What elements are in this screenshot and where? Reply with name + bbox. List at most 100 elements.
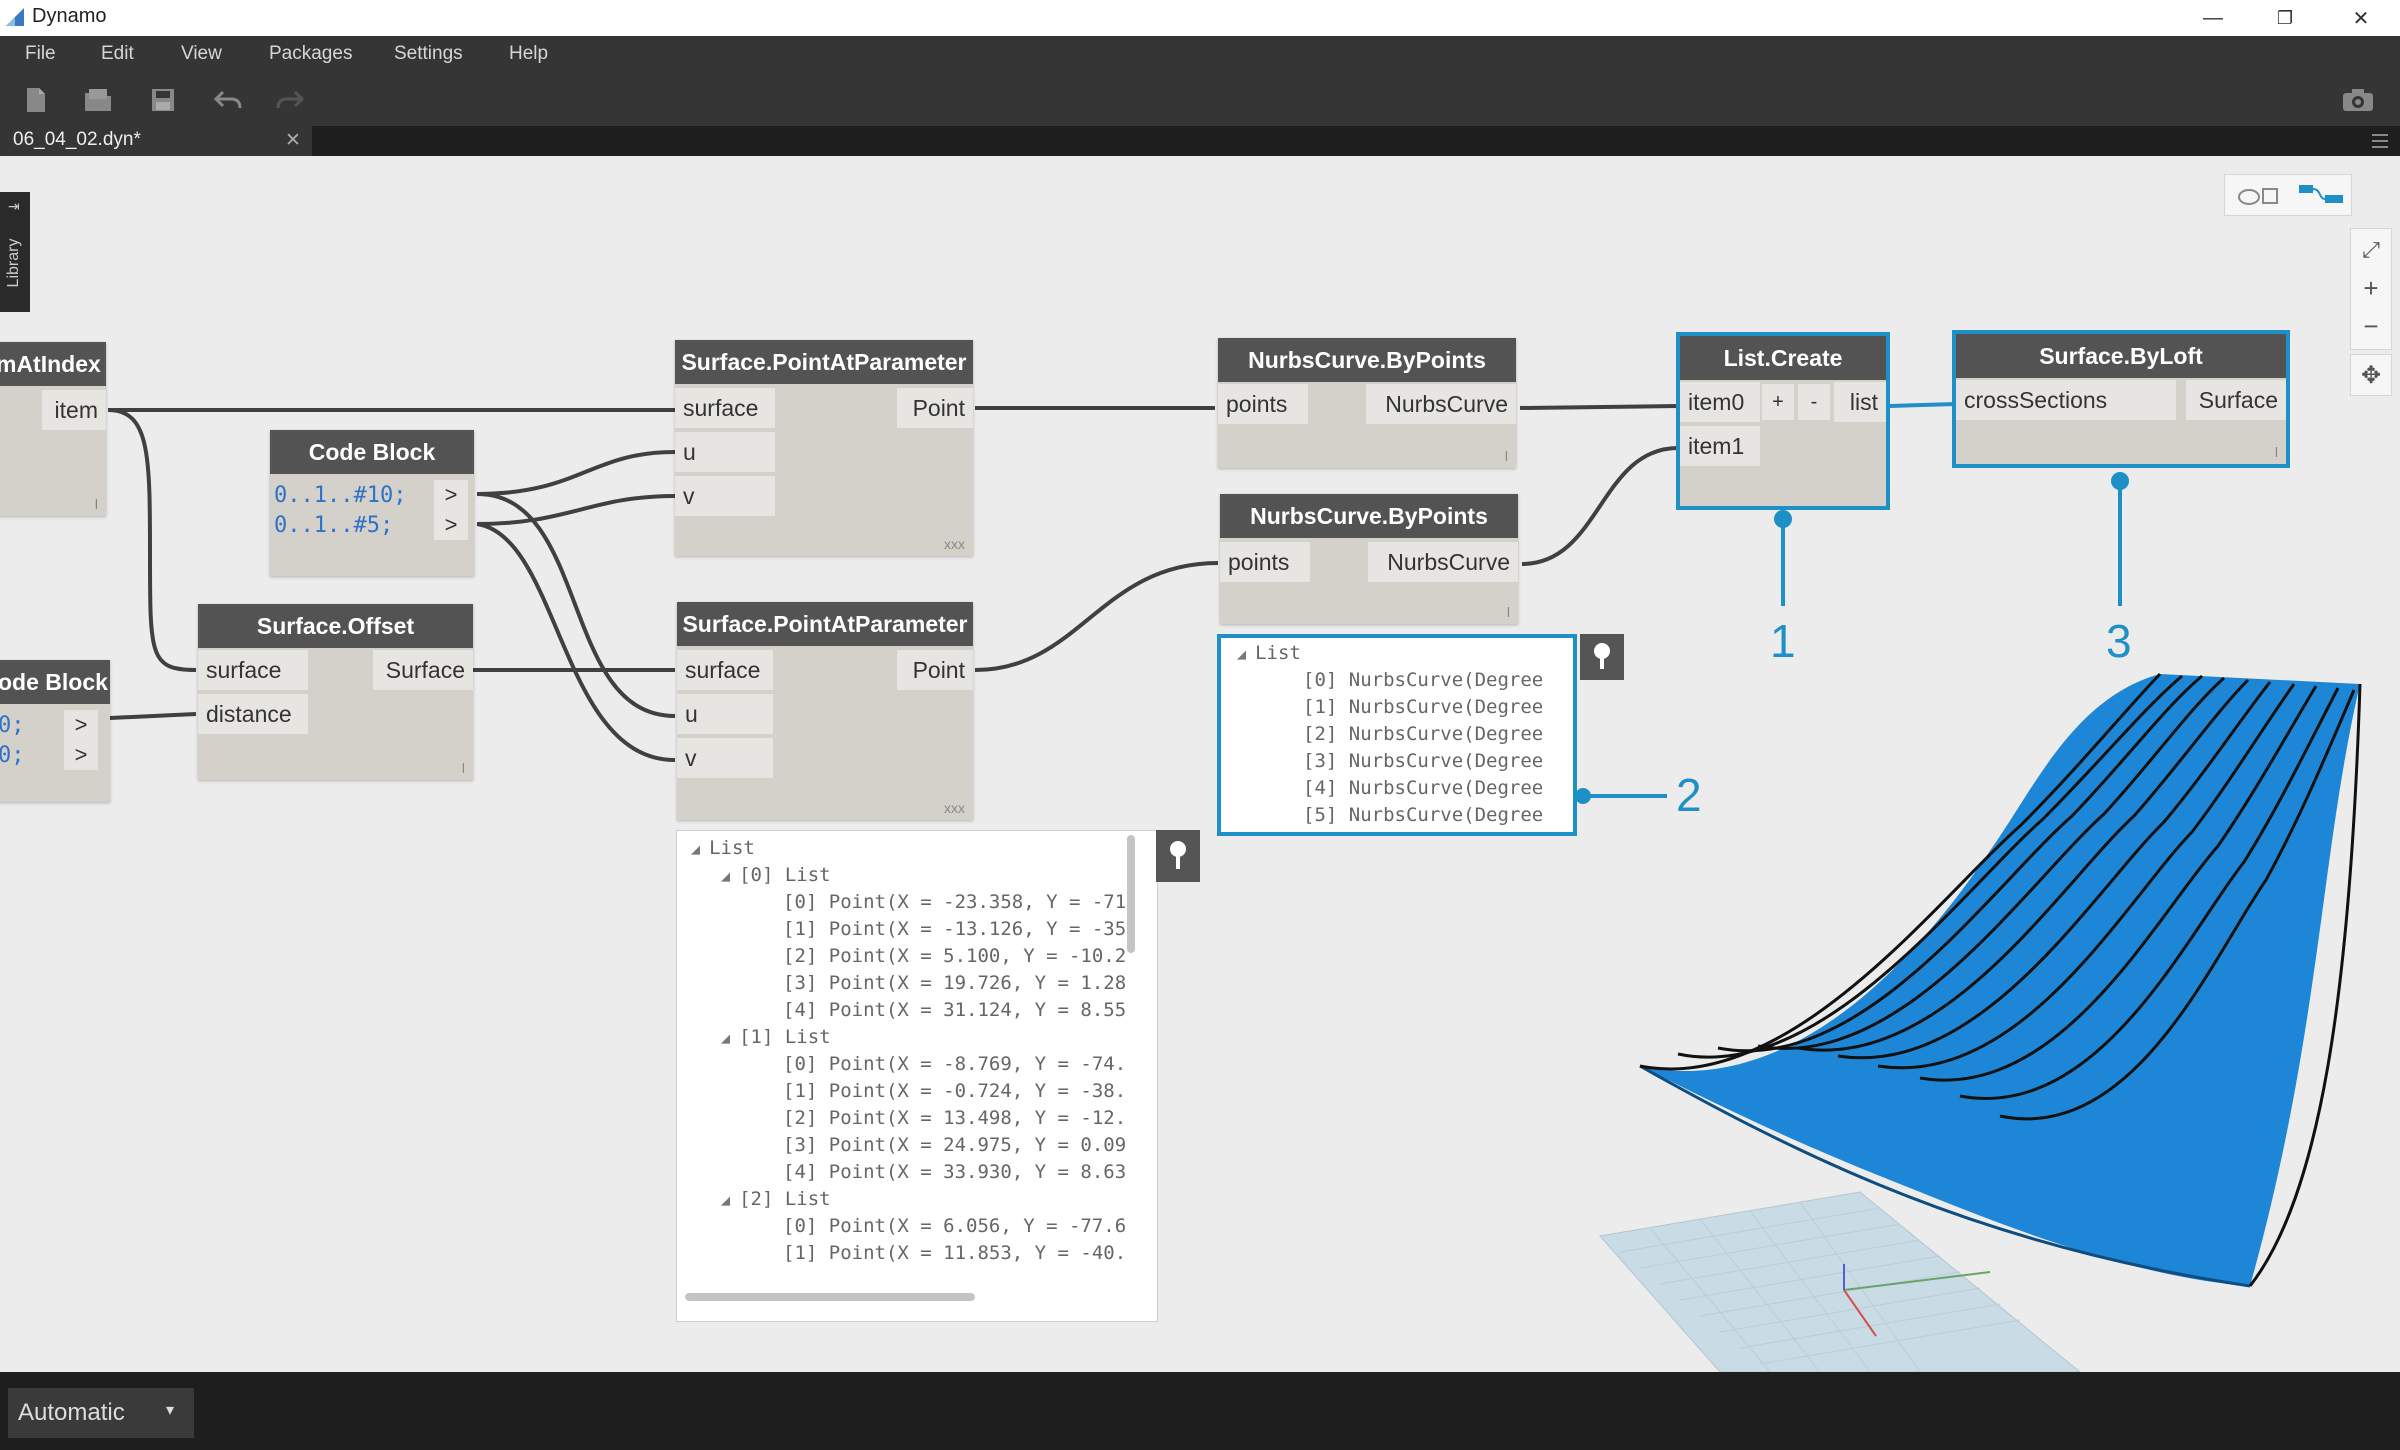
node-nurbscurve-bypoints[interactable]: NurbsCurve.ByPoints points NurbsCurve l (1218, 338, 1516, 468)
output-port[interactable]: > (64, 710, 98, 740)
tab-bar: 06_04_02.dyn* ✕ (0, 126, 2400, 156)
horizontal-scrollbar[interactable] (685, 1293, 975, 1301)
input-port-item0[interactable]: item0 (1680, 382, 1760, 422)
input-port-item1[interactable]: item1 (1680, 426, 1760, 466)
input-port-surface[interactable]: surface (677, 650, 773, 690)
node-nurbscurve-bypoints[interactable]: NurbsCurve.ByPoints points NurbsCurve l (1220, 494, 1518, 624)
collapse-triangle-icon[interactable]: ◢ (721, 867, 739, 885)
input-port-distance[interactable]: distance (198, 694, 308, 734)
wire (107, 408, 197, 672)
wire (476, 450, 676, 496)
output-port-item[interactable]: item (42, 390, 106, 430)
node-code-block[interactable]: ode Block 0; 0; > > (0, 660, 110, 802)
node-footer: l (461, 760, 465, 776)
open-folder-icon[interactable] (80, 82, 116, 118)
output-port-point[interactable]: Point (897, 650, 973, 690)
node-code-block[interactable]: Code Block 0..1..#10; 0..1..#5; > > (270, 430, 474, 576)
output-port-list[interactable]: list (1834, 382, 1886, 422)
graph-canvas[interactable]: ⇥ Library mAtIndex item l Code Block 0..… (0, 156, 2400, 1372)
library-tab[interactable]: ⇥ Library (0, 192, 30, 312)
input-port-surface[interactable]: surface (198, 650, 308, 690)
preview-bubble-curves[interactable]: ◢ List [0] NurbsCurve(Degree [1] NurbsCu… (1217, 634, 1577, 836)
pin-icon[interactable] (1156, 830, 1200, 882)
geometry-view-icon[interactable] (2235, 183, 2285, 207)
node-list-create[interactable]: List.Create item0 item1 + - list (1676, 332, 1890, 510)
output-port-point[interactable]: Point (897, 388, 973, 428)
code-line[interactable]: 0; (0, 740, 25, 770)
minimize-button[interactable]: — (2178, 0, 2248, 36)
pan-control: ✥ (2350, 354, 2392, 396)
node-surface-point-at-parameter[interactable]: Surface.PointAtParameter surface u v Poi… (675, 340, 973, 556)
code-line[interactable]: 0..1..#10; (274, 480, 406, 510)
input-port-surface[interactable]: surface (675, 388, 775, 428)
menu-view[interactable]: View (181, 43, 222, 65)
new-file-icon[interactable] (18, 82, 54, 118)
tree-node[interactable]: ◢ List (1237, 640, 1301, 667)
input-port-v[interactable]: v (677, 738, 773, 778)
code-line[interactable]: 0; (0, 710, 25, 740)
remove-input-button[interactable]: - (1798, 384, 1830, 420)
collapse-triangle-icon[interactable]: ◢ (691, 840, 709, 858)
zoom-out-button[interactable]: − (2351, 307, 2391, 345)
output-port[interactable]: > (64, 740, 98, 770)
output-port[interactable]: > (434, 510, 468, 540)
tree-node[interactable]: ◢ List (691, 835, 755, 862)
zoom-controls: ⤢ + − (2350, 228, 2392, 350)
close-button[interactable]: ✕ (2326, 0, 2396, 36)
list-item: [0] Point(X = 6.056, Y = -77.6 (783, 1215, 1127, 1237)
output-port-surface[interactable]: Surface (2186, 380, 2286, 420)
collapse-triangle-icon[interactable]: ◢ (721, 1191, 739, 1209)
input-port-u[interactable]: u (675, 432, 775, 472)
input-port-points[interactable]: points (1218, 384, 1308, 424)
tab-close-button[interactable]: ✕ (285, 129, 301, 152)
camera-icon[interactable] (2338, 82, 2378, 118)
menu-settings[interactable]: Settings (394, 43, 463, 65)
tree-node[interactable]: ◢ [1] List (721, 1024, 831, 1051)
vertical-scrollbar[interactable] (1127, 835, 1135, 953)
output-port-surface[interactable]: Surface (373, 650, 473, 690)
menu-packages[interactable]: Packages (269, 43, 352, 65)
restore-button[interactable]: ❐ (2250, 0, 2320, 36)
list-item: [0] NurbsCurve(Degree (1303, 669, 1544, 691)
node-title: Surface.Offset (198, 604, 473, 648)
wire (476, 492, 676, 718)
input-port-crosssections[interactable]: crossSections (1956, 380, 2176, 420)
wire (109, 712, 197, 720)
output-port-nurbscurve[interactable]: NurbsCurve (1366, 384, 1516, 424)
code-line[interactable]: 0..1..#5; (274, 510, 393, 540)
output-port-nurbscurve[interactable]: NurbsCurve (1368, 542, 1518, 582)
node-get-item-at-index[interactable]: mAtIndex item l (0, 342, 106, 516)
input-port-points[interactable]: points (1220, 542, 1310, 582)
node-surface-offset[interactable]: Surface.Offset surface distance Surface … (198, 604, 473, 780)
collapse-triangle-icon[interactable]: ◢ (1237, 645, 1255, 663)
undo-icon[interactable] (210, 82, 246, 118)
node-footer: l (94, 496, 98, 512)
preview-bubble-points[interactable]: ◢ List ◢ [0] List [0] Point(X = -23.358,… (676, 830, 1158, 1322)
node-surface-byloft[interactable]: Surface.ByLoft crossSections Surface l (1952, 330, 2290, 468)
zoom-fit-button[interactable]: ⤢ (2351, 231, 2391, 269)
wire (476, 522, 676, 762)
graph-view-icon[interactable] (2297, 183, 2347, 207)
status-bar: Automatic ▾ (0, 1372, 2400, 1450)
zoom-in-button[interactable]: + (2351, 269, 2391, 307)
collapse-triangle-icon[interactable]: ◢ (721, 1029, 739, 1047)
list-item: [5] NurbsCurve(Degree (1303, 804, 1544, 826)
menu-help[interactable]: Help (509, 43, 548, 65)
tree-node[interactable]: ◢ [2] List (721, 1186, 831, 1213)
redo-icon[interactable] (272, 82, 308, 118)
add-input-button[interactable]: + (1762, 384, 1794, 420)
node-surface-point-at-parameter[interactable]: Surface.PointAtParameter surface u v Poi… (677, 602, 973, 820)
annotation-dot-1 (1774, 510, 1792, 528)
menu-file[interactable]: File (25, 43, 56, 65)
pan-button[interactable]: ✥ (2351, 356, 2391, 394)
input-port-v[interactable]: v (675, 476, 775, 516)
output-port[interactable]: > (434, 480, 468, 510)
save-icon[interactable] (145, 82, 181, 118)
tab-menu-icon[interactable] (2370, 132, 2390, 150)
menu-edit[interactable]: Edit (101, 43, 134, 65)
tree-node[interactable]: ◢ [0] List (721, 862, 831, 889)
toolbar (0, 74, 2400, 126)
run-mode-dropdown[interactable]: Automatic ▾ (8, 1388, 194, 1438)
workspace-tab[interactable]: 06_04_02.dyn* ✕ (0, 126, 312, 156)
input-port-u[interactable]: u (677, 694, 773, 734)
